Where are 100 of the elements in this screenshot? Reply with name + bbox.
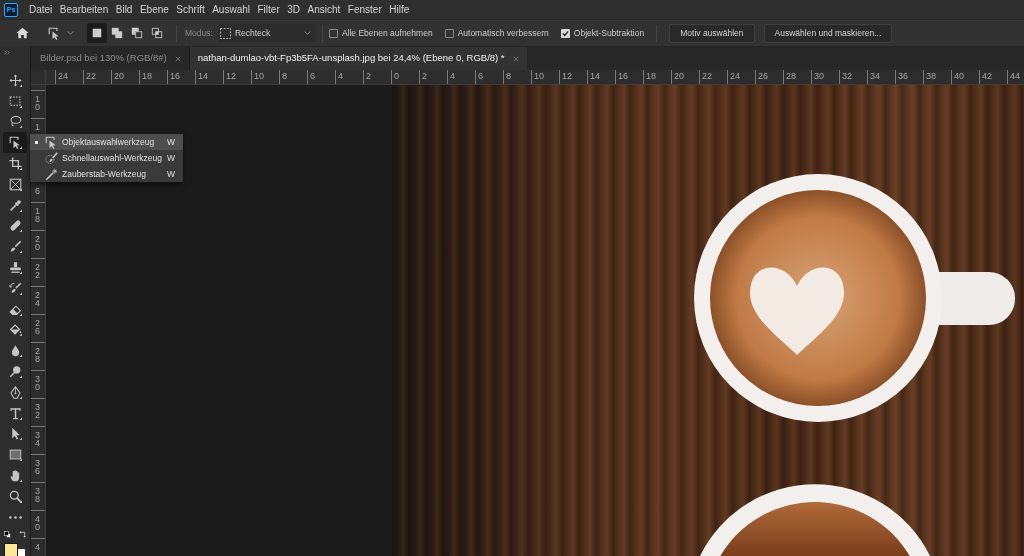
paint-bucket-icon — [8, 323, 22, 337]
menu-item[interactable]: Ebene — [139, 0, 169, 19]
type-tool-icon — [8, 406, 22, 420]
pen-icon — [8, 385, 22, 399]
caret-icon — [303, 31, 311, 35]
ruler-label: 0 — [393, 70, 399, 82]
ruler-label: 10 — [533, 70, 544, 82]
ruler-label: 2 — [421, 70, 427, 82]
foreground-color-swatch[interactable] — [4, 542, 18, 556]
action-button[interactable]: Motiv auswählen — [669, 23, 755, 43]
ruler-label: 28 — [35, 347, 41, 363]
flyout-menu-item[interactable]: Objektauswahlwerkzeug W — [30, 134, 183, 150]
ruler-label: 18 — [141, 70, 152, 82]
checkbox[interactable] — [560, 28, 570, 38]
keyboard-shortcut: W — [166, 167, 175, 181]
checkbox[interactable] — [444, 28, 454, 38]
ruler-label: 36 — [35, 459, 41, 475]
bullet-icon — [34, 140, 38, 144]
close-icon[interactable] — [174, 55, 181, 62]
ruler-label: 26 — [757, 70, 768, 82]
lasso-icon — [8, 115, 22, 129]
document-tab[interactable]: nathan-dumlao-vbt-Fp3b5FA-unsplash.jpg bei 24,4% (Ebene 0, RGB/8) * — [189, 47, 527, 70]
ruler-label: 40 — [35, 515, 41, 531]
ruler-label: 22 — [701, 70, 712, 82]
menu-item[interactable]: Ansicht — [307, 0, 341, 19]
checkbox-label: Alle Ebenen aufnehmen — [341, 26, 433, 40]
ruler-label: 8 — [505, 70, 511, 82]
menu-item[interactable]: Bearbeiten — [59, 0, 109, 19]
menu-item[interactable]: Schrift — [176, 0, 205, 19]
selection-mode-button[interactable] — [87, 23, 107, 43]
magic-wand-icon — [45, 167, 58, 181]
ruler-label: 10 — [253, 70, 264, 82]
eyedropper-icon — [8, 198, 22, 212]
ruler-label: 8 — [281, 70, 287, 82]
action-button[interactable]: Auswählen und maskieren... — [763, 23, 893, 43]
ruler-label: 22 — [85, 70, 96, 82]
ruler-label: 4 — [337, 70, 343, 82]
selection-cursor-icon — [48, 26, 61, 40]
menu-item[interactable]: Auswahl — [212, 0, 250, 19]
ruler-label: 16 — [617, 70, 628, 82]
ruler-label: 44 — [1009, 70, 1020, 82]
zoom-icon — [8, 489, 22, 503]
hand-icon — [8, 469, 22, 483]
ruler-label: 6 — [477, 70, 483, 82]
quick-selection-brush-icon — [45, 151, 58, 165]
menu-item[interactable]: Fenster — [347, 0, 382, 19]
ruler-label: 10 — [35, 95, 41, 111]
menu-item[interactable]: Hilfe — [389, 0, 410, 19]
ruler-label: 12 — [225, 70, 236, 82]
ruler-label: 28 — [785, 70, 796, 82]
double-chevron-icon[interactable] — [4, 50, 10, 55]
rectangle-icon — [8, 448, 22, 462]
ruler-label: 24 — [35, 291, 41, 307]
checkbox-label: Objekt-Subtraktion — [573, 26, 645, 40]
swap-arrow-icon[interactable] — [19, 530, 26, 538]
menu-item[interactable]: Filter — [257, 0, 280, 19]
intersecting-squares-icon — [151, 27, 163, 39]
home-icon — [15, 27, 29, 39]
bandage-icon — [8, 219, 22, 233]
mode-label: Modus: — [185, 26, 213, 40]
menu-item[interactable]: Datei — [29, 0, 53, 19]
home-button[interactable] — [15, 26, 29, 40]
check-icon — [561, 29, 569, 37]
ruler-label: 18 — [645, 70, 656, 82]
dodge-icon — [8, 365, 22, 379]
tool-preset-picker[interactable] — [48, 26, 74, 40]
flyout-menu-item[interactable]: Schnellauswahl-Werkzeug W — [30, 150, 183, 166]
ruler-label: 6 — [35, 187, 41, 195]
close-icon[interactable] — [512, 55, 519, 62]
ruler-label: 24 — [729, 70, 740, 82]
selection-cursor-icon — [8, 136, 22, 150]
ruler-label: 20 — [113, 70, 124, 82]
ruler-label: 32 — [841, 70, 852, 82]
ruler-label: 2 — [365, 70, 371, 82]
stamp-icon — [8, 261, 22, 275]
subtracted-squares-icon — [131, 27, 143, 39]
crop-icon — [8, 157, 22, 171]
more-icon — [8, 515, 22, 519]
ruler-label: 32 — [35, 403, 41, 419]
flyout-menu-item[interactable]: Zauberstab-Werkzeug W — [30, 166, 183, 182]
ruler-label: 4 — [35, 543, 41, 551]
joined-squares-icon — [111, 27, 123, 39]
ruler-label: 20 — [673, 70, 684, 82]
ruler-label: 30 — [813, 70, 824, 82]
default-colors-icon[interactable] — [4, 530, 11, 538]
ruler-label: 14 — [197, 70, 208, 82]
menu-item[interactable]: 3D — [287, 0, 301, 19]
keyboard-shortcut: W — [166, 135, 175, 149]
dashed-rectangle-icon — [8, 94, 22, 108]
tool-button[interactable] — [3, 132, 27, 154]
crossed-box-icon — [8, 177, 22, 191]
checkbox[interactable] — [328, 28, 338, 38]
checkbox-label: Automatisch verbessern — [457, 26, 549, 40]
ruler-label: 18 — [35, 207, 41, 223]
ruler-label: 38 — [35, 487, 41, 503]
ruler-label: 34 — [869, 70, 880, 82]
ruler-label: 16 — [169, 70, 180, 82]
ruler-label: 38 — [925, 70, 936, 82]
menu-item[interactable]: Bild — [115, 0, 133, 19]
mode-dropdown[interactable]: Rechteck — [217, 24, 316, 42]
